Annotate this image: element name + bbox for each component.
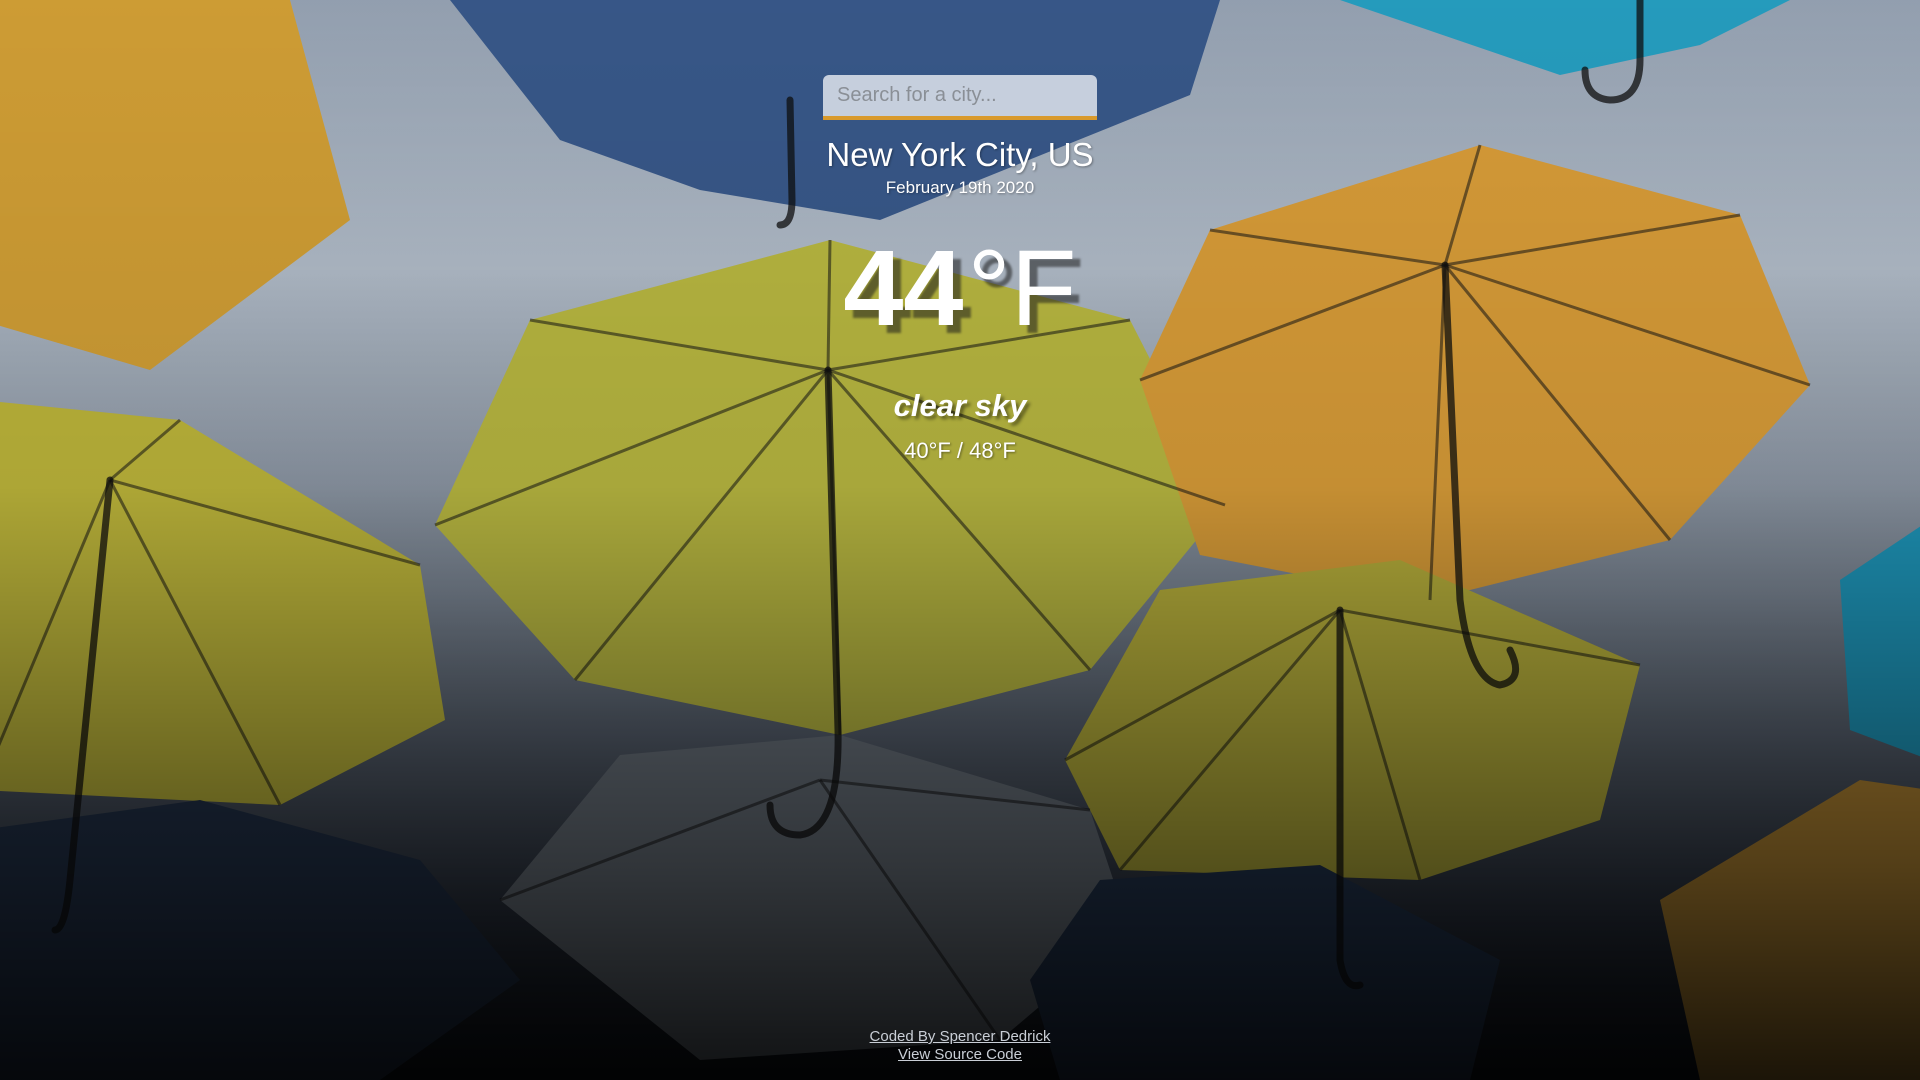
temperature-display: 44°F xyxy=(843,228,1076,348)
weather-app: New York City, US February 19th 2020 44°… xyxy=(0,0,1920,1080)
current-date: February 19th 2020 xyxy=(885,178,1035,197)
view-source-link[interactable]: View Source Code xyxy=(898,1046,1022,1064)
city-search-input[interactable] xyxy=(823,75,1097,120)
weather-description: clear sky xyxy=(893,388,1027,423)
footer: Coded By Spencer Dedrick View Source Cod… xyxy=(0,1028,1920,1064)
low-high-temperature: 40°F / 48°F xyxy=(904,438,1016,463)
location-title: New York City, US xyxy=(826,136,1094,173)
temperature-unit: °F xyxy=(967,227,1077,348)
temperature-value: 44 xyxy=(843,227,964,348)
main-content: New York City, US February 19th 2020 44°… xyxy=(0,0,1920,1080)
author-credit-link[interactable]: Coded By Spencer Dedrick xyxy=(870,1028,1051,1046)
